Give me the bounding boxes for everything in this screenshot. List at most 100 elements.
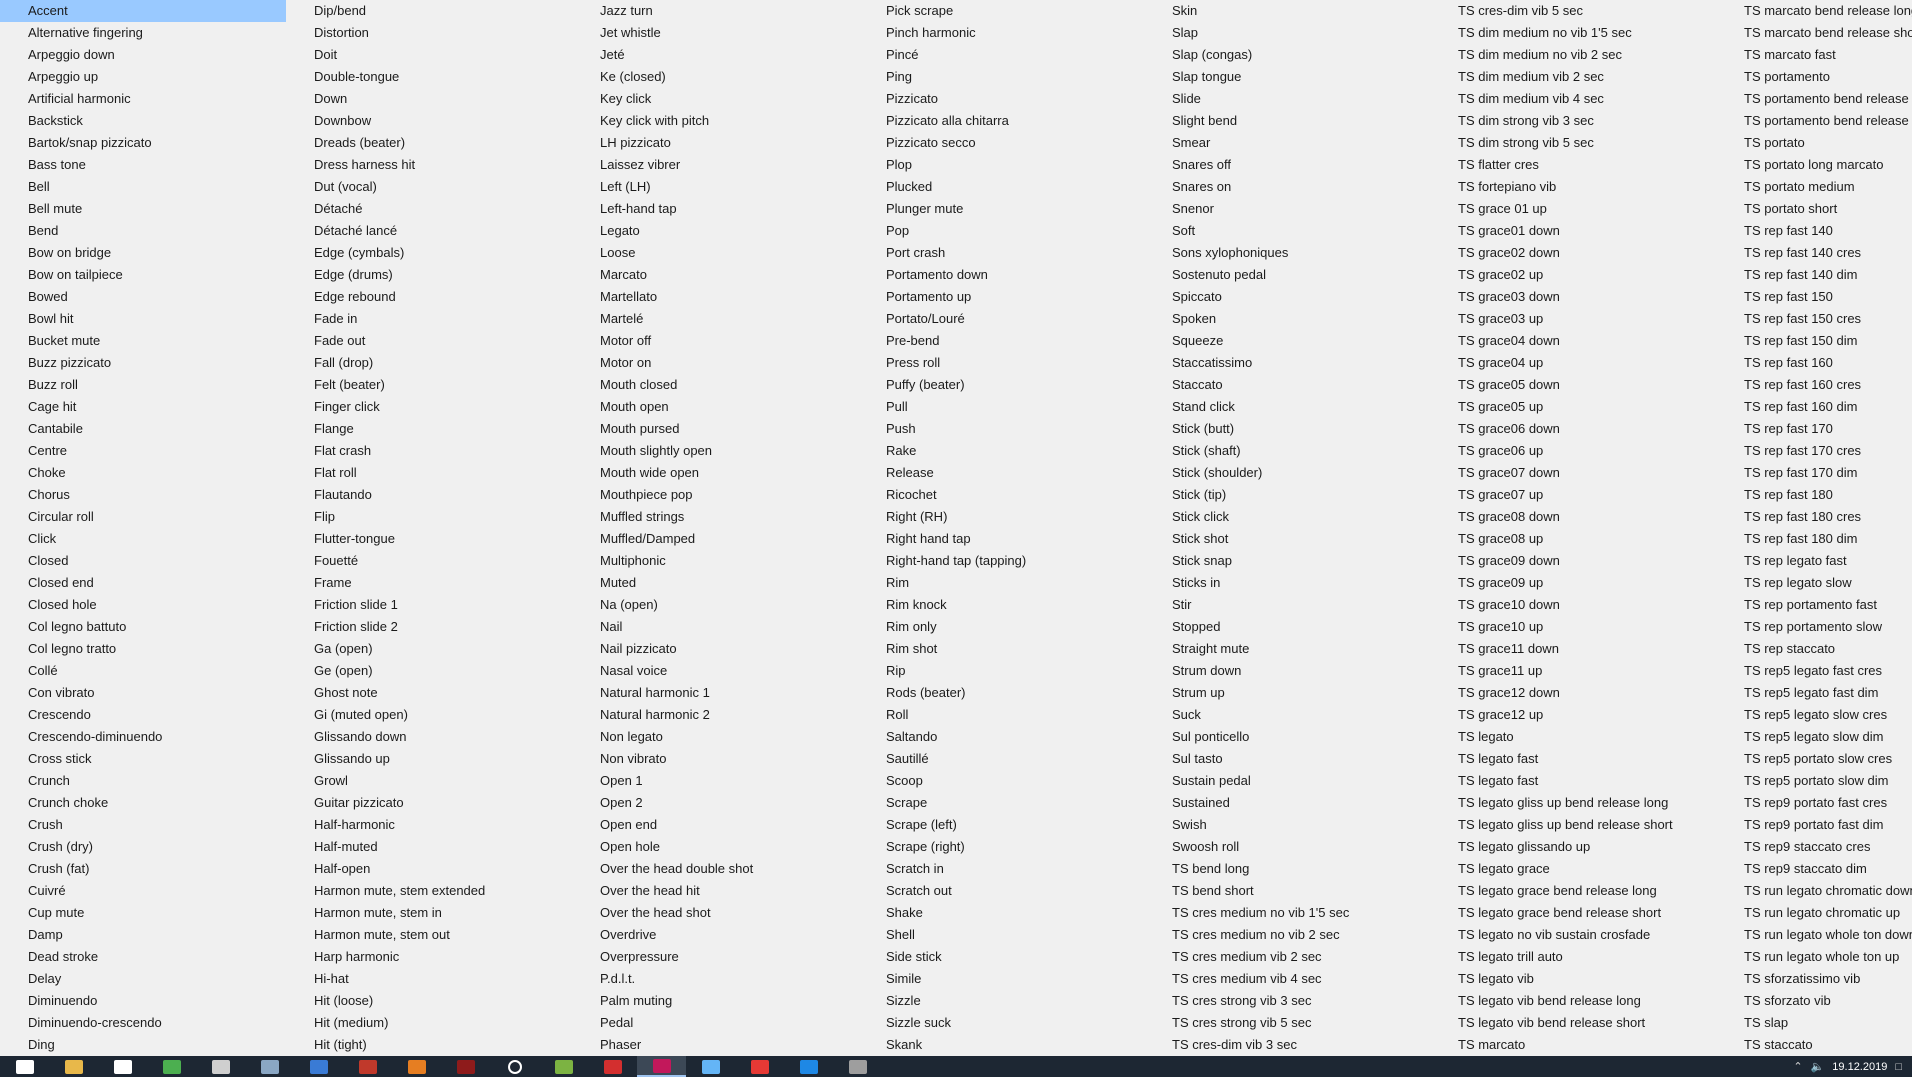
list-item[interactable]: Accent bbox=[0, 0, 286, 22]
list-item[interactable]: Scoop bbox=[858, 770, 1144, 792]
list-item[interactable]: Skin bbox=[1144, 0, 1430, 22]
list-item[interactable]: Stick (tip) bbox=[1144, 484, 1430, 506]
list-item[interactable]: TS grace 01 up bbox=[1430, 198, 1716, 220]
list-item[interactable]: Scrape bbox=[858, 792, 1144, 814]
list-item[interactable]: TS rep9 staccato dim bbox=[1716, 858, 1912, 880]
list-item[interactable]: TS cres medium no vib 1'5 sec bbox=[1144, 902, 1430, 924]
list-item[interactable]: Con vibrato bbox=[0, 682, 286, 704]
list-item[interactable]: TS grace03 down bbox=[1430, 286, 1716, 308]
list-item[interactable]: TS legato vib bend release short bbox=[1430, 1012, 1716, 1034]
list-item[interactable]: Swoosh roll bbox=[1144, 836, 1430, 858]
list-item[interactable]: Stir bbox=[1144, 594, 1430, 616]
list-item[interactable]: TS legato grace bbox=[1430, 858, 1716, 880]
list-item[interactable]: Jazz turn bbox=[572, 0, 858, 22]
list-item[interactable]: Chorus bbox=[0, 484, 286, 506]
list-item[interactable]: Flat roll bbox=[286, 462, 572, 484]
list-item[interactable]: Plucked bbox=[858, 176, 1144, 198]
list-item[interactable]: Bowed bbox=[0, 286, 286, 308]
list-item[interactable]: Mouth wide open bbox=[572, 462, 858, 484]
list-item[interactable]: Shell bbox=[858, 924, 1144, 946]
list-item[interactable]: Diminuendo bbox=[0, 990, 286, 1012]
list-item[interactable]: TS legato vib bbox=[1430, 968, 1716, 990]
list-item[interactable]: Downbow bbox=[286, 110, 572, 132]
list-item[interactable]: Mouth slightly open bbox=[572, 440, 858, 462]
list-item[interactable]: Stick snap bbox=[1144, 550, 1430, 572]
list-item[interactable]: Rim shot bbox=[858, 638, 1144, 660]
list-item[interactable]: Sustain pedal bbox=[1144, 770, 1430, 792]
app-icon-red2[interactable] bbox=[588, 1056, 637, 1077]
list-item[interactable]: TS grace11 up bbox=[1430, 660, 1716, 682]
list-item[interactable]: TS cres-dim vib 3 sec bbox=[1144, 1034, 1430, 1056]
list-item[interactable]: Friction slide 2 bbox=[286, 616, 572, 638]
list-item[interactable]: Pincé bbox=[858, 44, 1144, 66]
list-item[interactable]: TS grace07 up bbox=[1430, 484, 1716, 506]
list-item[interactable]: Saltando bbox=[858, 726, 1144, 748]
list-item[interactable]: TS rep fast 140 bbox=[1716, 220, 1912, 242]
list-item[interactable]: TS rep9 portato fast dim bbox=[1716, 814, 1912, 836]
list-item[interactable]: Sul tasto bbox=[1144, 748, 1430, 770]
list-item[interactable]: Bartok/snap pizzicato bbox=[0, 132, 286, 154]
list-item[interactable]: TS grace04 up bbox=[1430, 352, 1716, 374]
list-item[interactable]: Sustained bbox=[1144, 792, 1430, 814]
list-item[interactable]: TS cres medium vib 4 sec bbox=[1144, 968, 1430, 990]
list-item[interactable]: TS dim medium no vib 2 sec bbox=[1430, 44, 1716, 66]
list-item[interactable]: Rim only bbox=[858, 616, 1144, 638]
list-item[interactable]: Soft bbox=[1144, 220, 1430, 242]
list-item[interactable]: Arpeggio down bbox=[0, 44, 286, 66]
list-item[interactable]: Nasal voice bbox=[572, 660, 858, 682]
list-item[interactable]: Backstick bbox=[0, 110, 286, 132]
list-item[interactable]: Portato/Louré bbox=[858, 308, 1144, 330]
list-item[interactable]: TS grace12 down bbox=[1430, 682, 1716, 704]
list-item[interactable]: Straight mute bbox=[1144, 638, 1430, 660]
list-item[interactable]: Choke bbox=[0, 462, 286, 484]
list-item[interactable]: Half-muted bbox=[286, 836, 572, 858]
list-item[interactable]: TS rep fast 150 dim bbox=[1716, 330, 1912, 352]
list-item[interactable]: Portamento up bbox=[858, 286, 1144, 308]
list-item[interactable]: Growl bbox=[286, 770, 572, 792]
list-item[interactable]: Rake bbox=[858, 440, 1144, 462]
list-item[interactable]: Bend bbox=[0, 220, 286, 242]
list-item[interactable]: TS grace08 down bbox=[1430, 506, 1716, 528]
list-item[interactable]: Na (open) bbox=[572, 594, 858, 616]
list-item[interactable]: Slap bbox=[1144, 22, 1430, 44]
list-item[interactable]: Right hand tap bbox=[858, 528, 1144, 550]
list-item[interactable]: Circular roll bbox=[0, 506, 286, 528]
circle-app-icon[interactable] bbox=[490, 1056, 539, 1077]
list-item[interactable]: Delay bbox=[0, 968, 286, 990]
list-item[interactable]: Mouth pursed bbox=[572, 418, 858, 440]
list-item[interactable]: Rip bbox=[858, 660, 1144, 682]
list-item[interactable]: Ricochet bbox=[858, 484, 1144, 506]
list-item[interactable]: Rim bbox=[858, 572, 1144, 594]
list-item[interactable]: TS legato no vib sustain crosfade bbox=[1430, 924, 1716, 946]
list-item[interactable]: Loose bbox=[572, 242, 858, 264]
list-item[interactable]: Shake bbox=[858, 902, 1144, 924]
app-icon-grey[interactable] bbox=[833, 1056, 882, 1077]
list-item[interactable]: Spoken bbox=[1144, 308, 1430, 330]
list-item[interactable]: Hit (loose) bbox=[286, 990, 572, 1012]
list-item[interactable]: Pick scrape bbox=[858, 0, 1144, 22]
list-item[interactable]: Diminuendo-crescendo bbox=[0, 1012, 286, 1034]
list-item[interactable]: TS grace10 up bbox=[1430, 616, 1716, 638]
list-item[interactable]: TS marcato fast bbox=[1716, 44, 1912, 66]
list-item[interactable]: Jet whistle bbox=[572, 22, 858, 44]
list-item[interactable]: Arpeggio up bbox=[0, 66, 286, 88]
list-item[interactable]: TS grace02 down bbox=[1430, 242, 1716, 264]
list-item[interactable]: Snenor bbox=[1144, 198, 1430, 220]
list-item[interactable]: Slap (congas) bbox=[1144, 44, 1430, 66]
list-item[interactable]: Motor off bbox=[572, 330, 858, 352]
list-item[interactable]: Crush (fat) bbox=[0, 858, 286, 880]
list-item[interactable]: Buzz roll bbox=[0, 374, 286, 396]
list-item[interactable]: TS bend long bbox=[1144, 858, 1430, 880]
list-item[interactable]: Spiccato bbox=[1144, 286, 1430, 308]
list-item[interactable]: TS legato glissando up bbox=[1430, 836, 1716, 858]
list-item[interactable]: Dead stroke bbox=[0, 946, 286, 968]
list-item[interactable]: Distortion bbox=[286, 22, 572, 44]
list-item[interactable]: TS rep fast 180 bbox=[1716, 484, 1912, 506]
list-item[interactable]: Snares on bbox=[1144, 176, 1430, 198]
list-item[interactable]: TS staccato bbox=[1716, 1034, 1912, 1056]
app-icon-darkred[interactable] bbox=[441, 1056, 490, 1077]
list-item[interactable]: Sizzle suck bbox=[858, 1012, 1144, 1034]
list-item[interactable]: Sons xylophoniques bbox=[1144, 242, 1430, 264]
list-item[interactable]: Bucket mute bbox=[0, 330, 286, 352]
list-item[interactable]: Over the head double shot bbox=[572, 858, 858, 880]
